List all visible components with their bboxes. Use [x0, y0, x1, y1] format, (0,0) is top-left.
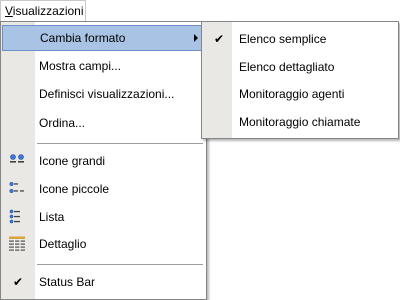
details-view-icon [9, 236, 25, 251]
menu-item-definisci-visualizzazioni[interactable]: Definisci visualizzazioni... [2, 81, 205, 107]
submenu-item-monitoraggio-chiamate[interactable]: Monitoraggio chiamate [203, 109, 397, 135]
menu-item-label: Icone piccole [39, 182, 110, 196]
menu-item-mostra-campi[interactable]: Mostra campi... [2, 53, 205, 79]
menu-title-rest: isualizzazioni [12, 4, 84, 18]
menu-item-icone-piccole[interactable]: Icone piccole [2, 176, 205, 202]
menu-item-dettaglio[interactable]: Dettaglio [2, 231, 205, 257]
menu-separator [37, 143, 203, 144]
menu-visualizzazioni[interactable]: Visualizzazioni [0, 0, 86, 21]
menu-item-label: Monitoraggio agenti [239, 87, 345, 101]
submenu-item-elenco-dettagliato[interactable]: Elenco dettagliato [203, 54, 397, 80]
menu-item-label: Mostra campi... [39, 59, 122, 73]
menu-item-label: Ordina... [39, 116, 86, 130]
menu-item-label: Icone grandi [39, 154, 106, 168]
menu-separator [37, 264, 203, 265]
checkmark-icon: ✔ [214, 32, 225, 46]
list-view-icon [9, 209, 20, 224]
menu-item-label: Cambia formato [40, 31, 126, 45]
menu-item-label: Dettaglio [39, 237, 87, 251]
small-icons-icon [9, 181, 24, 194]
cambia-formato-submenu: ✔ Elenco semplice Elenco dettagliato Mon… [201, 21, 399, 139]
submenu-item-elenco-semplice[interactable]: ✔ Elenco semplice [203, 26, 397, 52]
menu-accelerator-letter: V [5, 4, 13, 18]
submenu-arrow-icon [194, 34, 198, 42]
menu-item-icone-grandi[interactable]: Icone grandi [2, 148, 205, 174]
menu-item-cambia-formato[interactable]: Cambia formato [2, 25, 205, 51]
menu-item-label: Status Bar [39, 275, 96, 289]
menu-item-label: Elenco dettagliato [239, 60, 335, 74]
menu-item-label: Definisci visualizzazioni... [39, 87, 175, 101]
large-icons-icon [10, 154, 24, 163]
menu-item-lista[interactable]: Lista [2, 204, 205, 230]
submenu-item-monitoraggio-agenti[interactable]: Monitoraggio agenti [203, 81, 397, 107]
menu-item-status-bar[interactable]: ✔ Status Bar [2, 269, 205, 295]
menu-item-ordina[interactable]: Ordina... [2, 110, 205, 136]
menu-item-label: Monitoraggio chiamate [239, 115, 361, 129]
menu-item-label: Lista [39, 210, 65, 224]
visualizzazioni-dropdown: Cambia formato Mostra campi... Definisci… [0, 21, 207, 300]
menu-item-label: Elenco semplice [239, 32, 327, 46]
checkmark-icon: ✔ [13, 275, 24, 289]
